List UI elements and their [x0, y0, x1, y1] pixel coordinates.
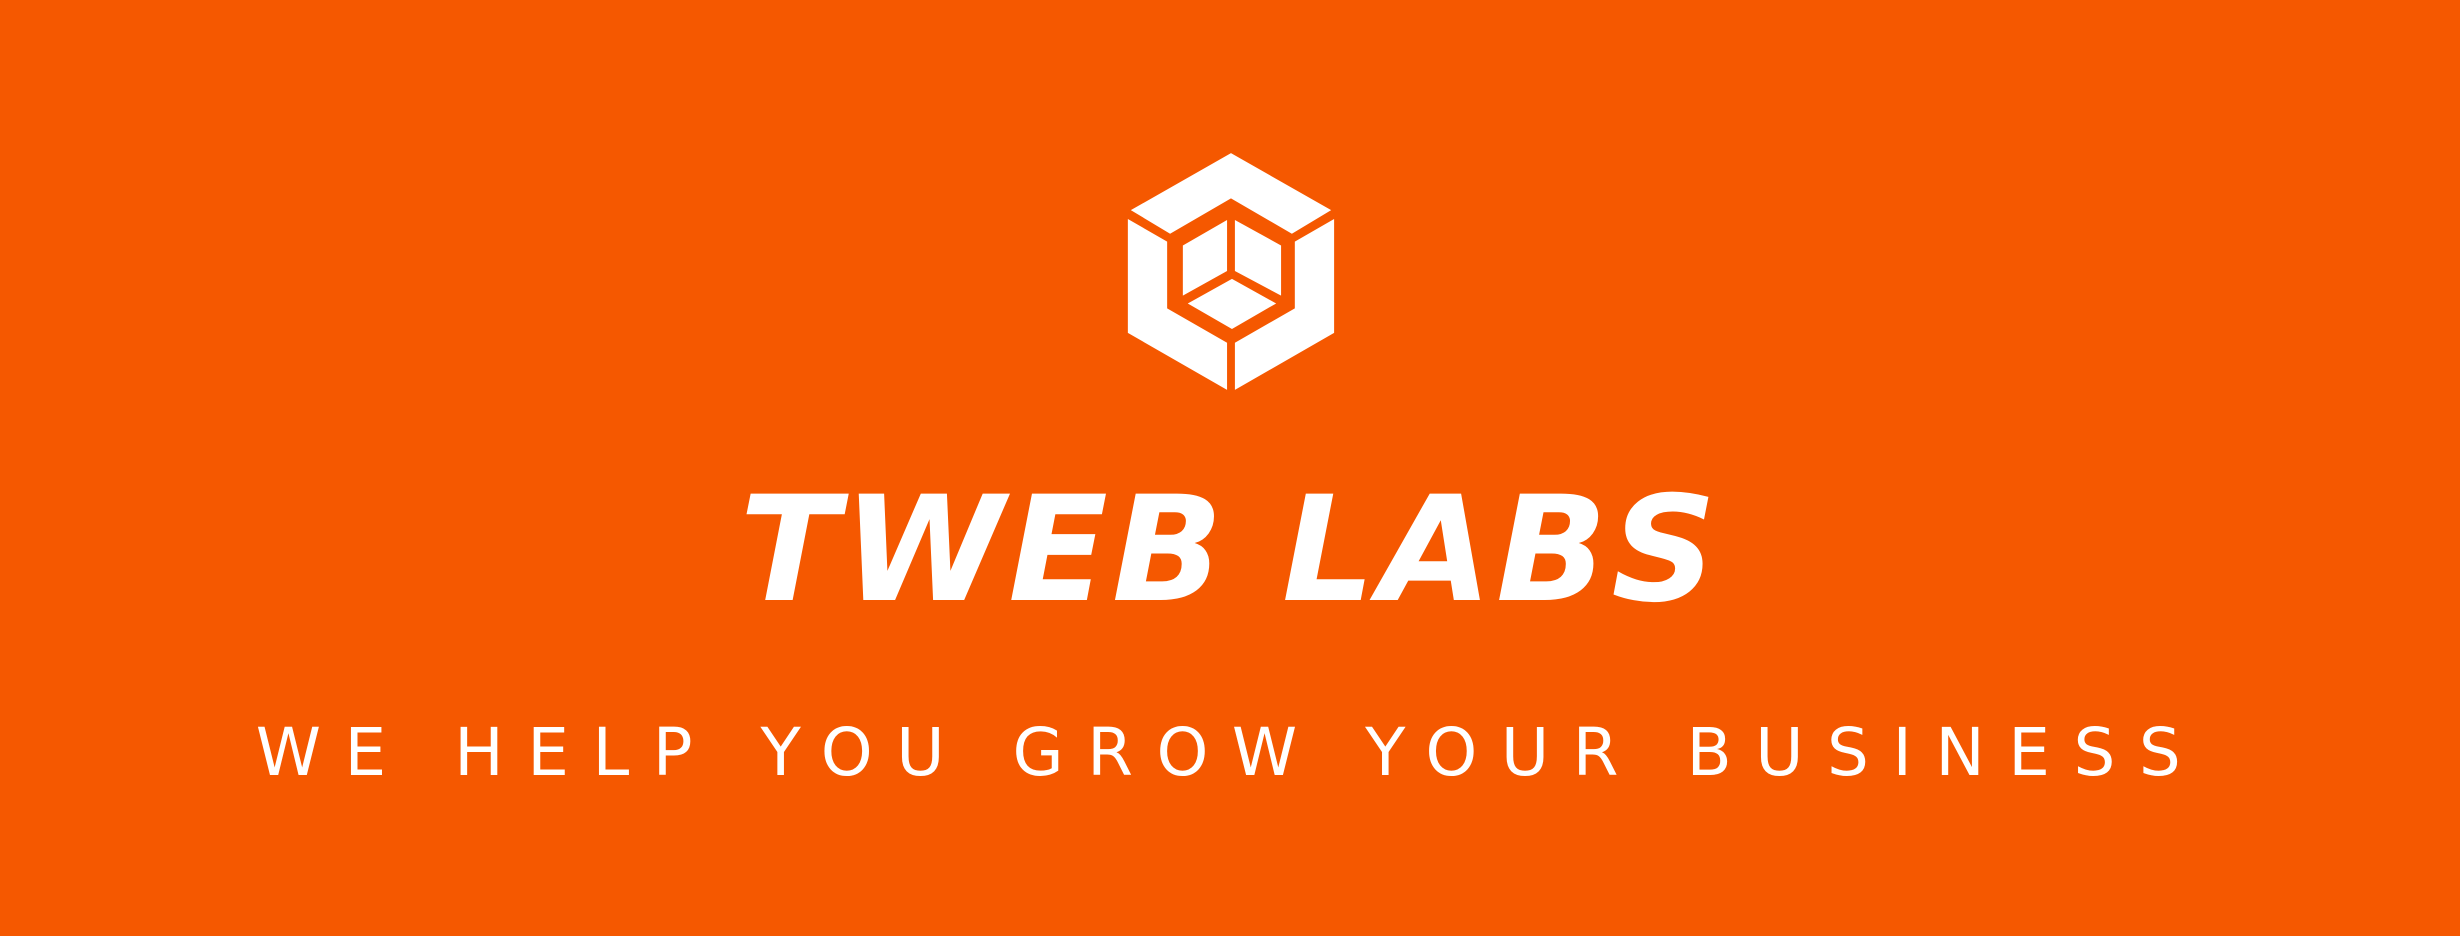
logo-top-chevron [1130, 153, 1332, 234]
logo-inner-left-face [1182, 219, 1228, 296]
tagline: WE HELP YOU GROW YOUR BUSINESS [255, 714, 2205, 791]
logo-inner-bottom-face [1187, 278, 1277, 329]
brand-name: TWEB LABS [739, 465, 1721, 635]
hexagonal-cube-logo-icon [1120, 148, 1340, 398]
logo-inner-right-face [1234, 219, 1282, 296]
brand-banner: TWEB LABS WE HELP YOU GROW YOUR BUSINESS [0, 0, 2460, 936]
